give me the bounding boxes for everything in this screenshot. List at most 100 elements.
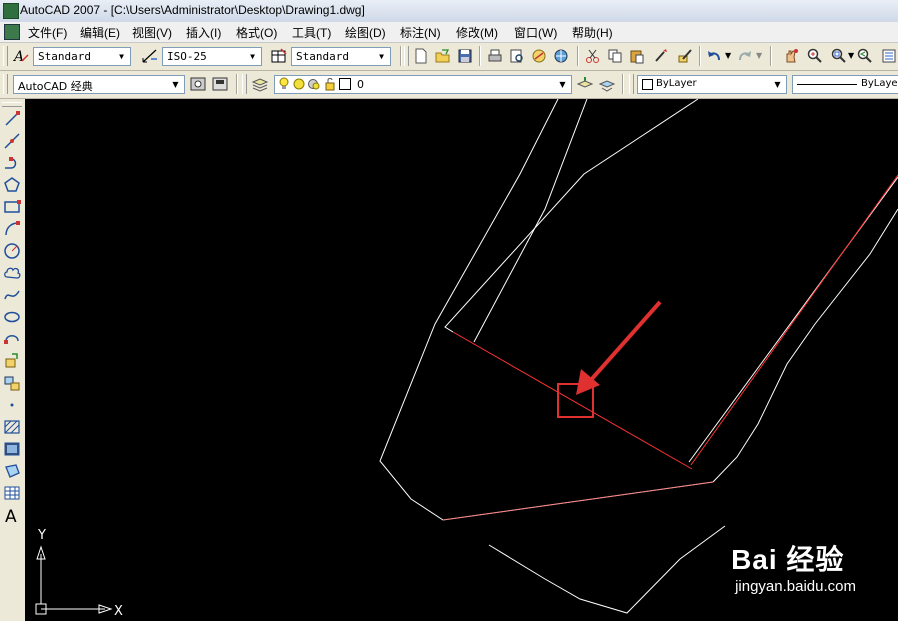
construction-line-icon[interactable]	[2, 131, 22, 151]
inner-line-diagonal	[444, 99, 699, 333]
region-icon[interactable]	[2, 461, 22, 481]
spline-icon[interactable]	[2, 285, 22, 305]
selected-right-line[interactable]	[690, 174, 898, 466]
unlock-icon[interactable]	[323, 77, 337, 91]
hatch-icon[interactable]	[2, 417, 22, 437]
table-icon[interactable]	[2, 483, 22, 503]
publish-icon[interactable]	[530, 47, 548, 65]
ellipse-icon[interactable]	[2, 307, 22, 327]
color-control-select[interactable]: ByLayer ▼	[637, 75, 787, 94]
selected-line[interactable]	[452, 331, 693, 470]
menu-modify[interactable]: 修改(M)	[456, 24, 498, 41]
outline-polyline-left	[379, 99, 714, 521]
zoom-previous-icon[interactable]	[856, 47, 874, 65]
separator	[622, 74, 624, 94]
point-icon[interactable]	[2, 395, 22, 415]
document-icon[interactable]	[4, 24, 20, 40]
pan-realtime-icon[interactable]	[782, 47, 800, 65]
toolbar-grip[interactable]	[242, 74, 247, 94]
menu-help[interactable]: 帮助(H)	[572, 24, 613, 41]
linetype-control-select[interactable]: ByLayer	[792, 75, 898, 94]
menu-edit[interactable]: 编辑(E)	[80, 24, 120, 41]
3d-dwf-icon[interactable]	[552, 47, 570, 65]
toolbar-grip[interactable]	[404, 46, 409, 66]
print-icon[interactable]	[486, 47, 504, 65]
color-swatch	[642, 79, 653, 90]
block-editor-icon[interactable]	[676, 47, 694, 65]
right-boundary-outer	[712, 208, 898, 483]
window-title: AutoCAD 2007 - [C:\Users\Administrator\D…	[20, 3, 365, 17]
selected-bottom-line[interactable]	[442, 481, 714, 521]
dimension-style-select[interactable]: ISO-25 ▼	[162, 47, 262, 66]
circle-icon[interactable]	[2, 241, 22, 261]
workspace-select[interactable]: AutoCAD 经典 ▼	[13, 75, 185, 94]
sun-thawed-icon[interactable]	[292, 77, 306, 91]
plot-preview-icon[interactable]	[508, 47, 526, 65]
linetype-value: ByLayer	[861, 78, 898, 89]
redo-dropdown-icon[interactable]: ▼	[756, 51, 762, 60]
toolbar-grip[interactable]	[3, 74, 8, 94]
table-style-value: Standard	[296, 50, 349, 63]
properties-icon[interactable]	[880, 47, 898, 65]
svg-text:A: A	[12, 49, 24, 65]
text-style-icon[interactable]: A	[12, 47, 30, 65]
annotation-arrow	[576, 300, 662, 395]
polyline-icon[interactable]	[2, 153, 22, 173]
save-icon[interactable]	[456, 47, 474, 65]
layer-manager-icon[interactable]	[251, 75, 269, 93]
toolbar-grip[interactable]	[629, 74, 634, 94]
watermark-url: jingyan.baidu.com	[735, 578, 856, 595]
redo-icon[interactable]	[736, 47, 754, 65]
revision-cloud-icon[interactable]	[2, 263, 22, 283]
gradient-icon[interactable]	[2, 439, 22, 459]
layer-previous-icon[interactable]	[598, 75, 616, 93]
dimension-style-icon[interactable]	[141, 47, 159, 65]
drawing-canvas[interactable]: Y X Bai 经验 jingyan.baidu.com	[25, 99, 898, 621]
arc-icon[interactable]	[2, 219, 22, 239]
menu-draw[interactable]: 绘图(D)	[345, 24, 386, 41]
table-style-icon[interactable]	[270, 47, 288, 65]
insert-block-icon[interactable]	[2, 351, 22, 371]
copy-icon[interactable]	[606, 47, 624, 65]
menu-view[interactable]: 视图(V)	[132, 24, 172, 41]
make-object-layer-current-icon[interactable]	[576, 75, 594, 93]
toolbar-grip[interactable]	[3, 46, 8, 66]
ellipse-arc-icon[interactable]	[2, 329, 22, 349]
table-style-select[interactable]: Standard ▼	[291, 47, 391, 66]
menu-file[interactable]: 文件(F)	[28, 24, 67, 41]
rectangle-icon[interactable]	[2, 197, 22, 217]
cut-icon[interactable]	[584, 47, 602, 65]
menu-tools[interactable]: 工具(T)	[292, 24, 331, 41]
menu-dimension[interactable]: 标注(N)	[400, 24, 441, 41]
autocad-app-icon	[3, 3, 19, 19]
menu-format[interactable]: 格式(O)	[236, 24, 277, 41]
separator	[479, 46, 481, 66]
multiline-text-icon[interactable]: A	[2, 505, 22, 525]
lightbulb-on-icon[interactable]	[277, 77, 291, 91]
menu-window[interactable]: 窗口(W)	[514, 24, 557, 41]
undo-dropdown-icon[interactable]: ▼	[725, 51, 731, 60]
zoom-dropdown-icon[interactable]: ▼	[848, 51, 854, 60]
line-icon[interactable]	[2, 109, 22, 129]
paste-icon[interactable]	[628, 47, 646, 65]
match-properties-icon[interactable]	[652, 47, 670, 65]
toolbar-grip[interactable]	[2, 102, 22, 107]
zoom-realtime-icon[interactable]	[806, 47, 824, 65]
text-style-select[interactable]: Standard ▼	[33, 47, 131, 66]
open-file-icon[interactable]	[434, 47, 452, 65]
make-block-icon[interactable]	[2, 373, 22, 393]
undo-icon[interactable]	[705, 47, 723, 65]
zoom-window-icon[interactable]	[830, 47, 848, 65]
lower-curve	[488, 525, 726, 614]
draw-toolbar: A	[0, 99, 26, 621]
save-workspace-icon[interactable]	[211, 75, 229, 93]
menu-insert[interactable]: 插入(I)	[186, 24, 221, 41]
dimension-style-value: ISO-25	[167, 50, 207, 63]
new-file-icon[interactable]	[412, 47, 430, 65]
polygon-icon[interactable]	[2, 175, 22, 195]
viewport-freeze-icon[interactable]	[307, 77, 321, 91]
layer-name: 0	[357, 78, 364, 91]
layer-select[interactable]: 0 ▼	[274, 75, 572, 94]
color-value: ByLayer	[656, 78, 697, 89]
workspace-settings-icon[interactable]	[189, 75, 207, 93]
